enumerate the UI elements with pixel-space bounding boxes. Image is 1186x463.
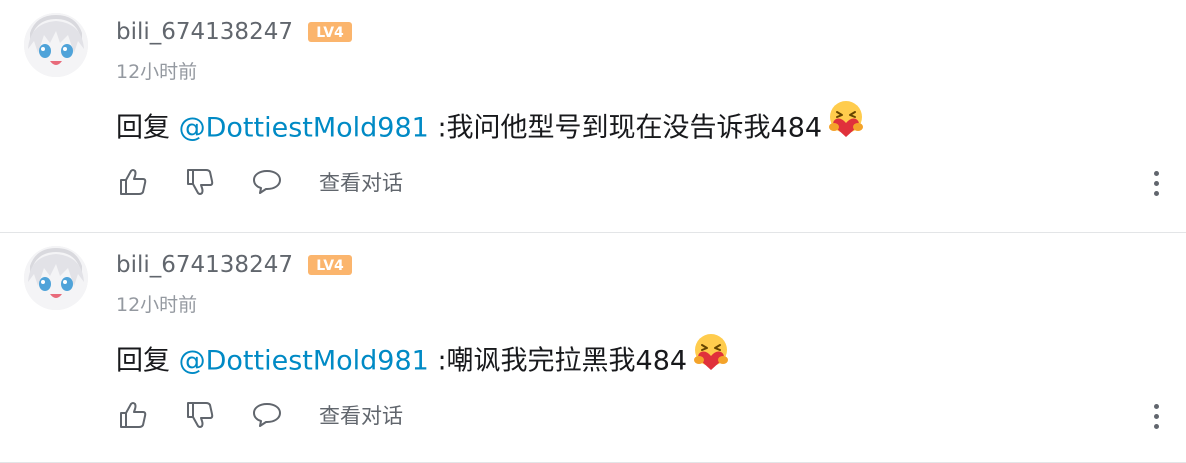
level-badge: LV4	[308, 22, 352, 42]
level-text: LV4	[316, 25, 344, 41]
more-dot	[1153, 190, 1159, 196]
more-dot	[1153, 180, 1159, 186]
reply-prefix: 回复	[116, 112, 170, 144]
timestamp: 12小时前	[116, 294, 198, 316]
more-options-button[interactable]	[1144, 166, 1168, 200]
view-conversation-link[interactable]: 查看对话	[319, 400, 403, 430]
comment-content: 回复 @DottiestMold981 :我问他型号到现在没告诉我484	[116, 101, 866, 151]
level-text: LV4	[316, 258, 344, 274]
more-dot	[1153, 423, 1159, 429]
comment-content: 回复 @DottiestMold981 :嘲讽我完拉黑我484	[116, 334, 731, 384]
reply-icon[interactable]	[250, 398, 284, 432]
comment-text: :我问他型号到现在没告诉我484	[437, 112, 823, 144]
avatar[interactable]	[24, 246, 88, 310]
level-badge: LV4	[308, 255, 352, 275]
like-icon[interactable]	[116, 165, 150, 199]
avatar[interactable]	[24, 13, 88, 77]
comment-actions: 查看对话	[116, 162, 403, 202]
like-icon[interactable]	[116, 398, 150, 432]
hug-emoji-icon	[826, 99, 866, 151]
more-dot	[1153, 403, 1159, 409]
comment-item: bili_674138247 LV4 12小时前 回复 @DottiestMol…	[0, 0, 1186, 233]
more-dot	[1153, 413, 1159, 419]
username[interactable]: bili_674138247	[116, 17, 293, 47]
username[interactable]: bili_674138247	[116, 250, 293, 280]
mention-link[interactable]: @DottiestMold981	[179, 346, 429, 377]
more-options-button[interactable]	[1144, 399, 1168, 433]
comment-text: :嘲讽我完拉黑我484	[437, 345, 688, 377]
timestamp: 12小时前	[116, 61, 198, 83]
dislike-icon[interactable]	[183, 398, 217, 432]
view-conversation-link[interactable]: 查看对话	[319, 167, 403, 197]
reply-icon[interactable]	[250, 165, 284, 199]
mention-link[interactable]: @DottiestMold981	[179, 113, 429, 144]
reply-prefix: 回复	[116, 345, 170, 377]
more-dot	[1153, 170, 1159, 176]
dislike-icon[interactable]	[183, 165, 217, 199]
comment-item: bili_674138247 LV4 12小时前 回复 @DottiestMol…	[0, 233, 1186, 463]
comment-actions: 查看对话	[116, 395, 403, 435]
hug-emoji-icon	[691, 332, 731, 384]
